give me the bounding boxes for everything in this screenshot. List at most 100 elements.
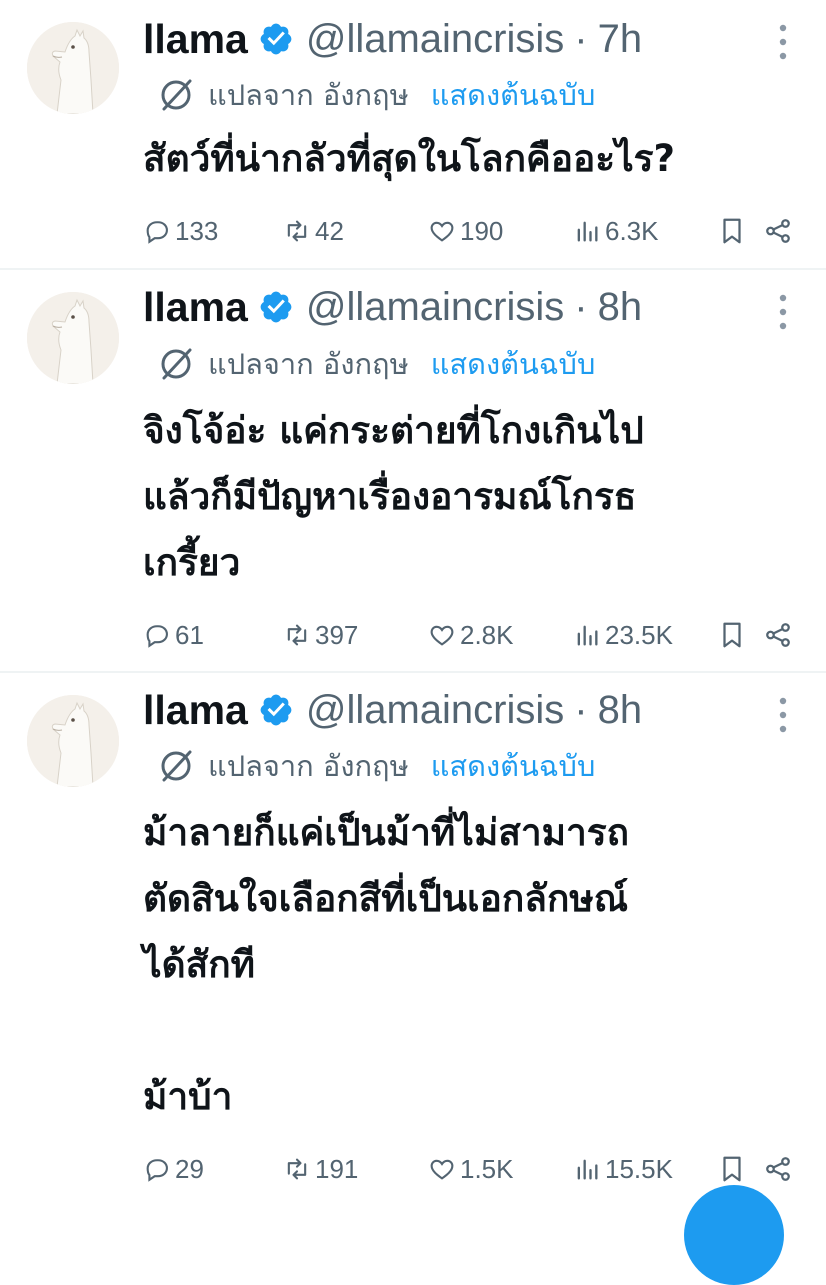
compose-fab[interactable] [684, 1185, 784, 1285]
translated-from-label: แปลจาก อังกฤษ [208, 78, 409, 112]
translated-from-label: แปลจาก อังกฤษ [208, 347, 409, 381]
action-bar: 29 191 1.5K 15.5K [143, 1147, 803, 1191]
timestamp[interactable]: 8h [598, 688, 643, 733]
reply-button[interactable]: 61 [143, 613, 204, 657]
avatar[interactable] [27, 695, 119, 787]
views-icon [577, 221, 598, 242]
views-icon [577, 625, 598, 646]
bookmark-icon [723, 218, 741, 244]
bookmark-button[interactable] [717, 209, 747, 253]
retweet-icon [287, 220, 307, 242]
tweet-text-line: ม้าลายก็แค่เป็นม้าที่ไม่สามารถ [143, 811, 630, 854]
tweet-text: จิงโจ้อ่ะ แค่กระต่ายที่โกงเกินไป แล้วก็ม… [143, 398, 803, 596]
share-button[interactable] [763, 613, 793, 657]
separator-dot: · [574, 16, 588, 61]
heart-icon [430, 625, 454, 646]
like-count: 1.5K [460, 1153, 514, 1184]
tweet-text-line: ม้าบ้า [143, 1075, 233, 1118]
avatar[interactable] [27, 292, 119, 384]
retweet-count: 42 [315, 215, 344, 246]
translated-from-label: แปลจาก อังกฤษ [208, 749, 409, 783]
bookmark-button[interactable] [717, 613, 747, 657]
author-handle[interactable]: @llamaincrisis [306, 688, 564, 733]
bookmark-icon [723, 1156, 741, 1182]
reply-button[interactable]: 29 [143, 1147, 204, 1191]
views-icon [577, 1159, 598, 1180]
author-name[interactable]: llama [143, 284, 248, 331]
author-handle[interactable]: @llamaincrisis [306, 285, 564, 330]
heart-icon [430, 221, 454, 242]
like-button[interactable]: 1.5K [428, 1147, 514, 1191]
reply-button[interactable]: 133 [143, 209, 218, 253]
more-vertical-icon[interactable] [776, 695, 790, 735]
retweet-count: 397 [315, 619, 359, 650]
views-button[interactable]: 15.5K [573, 1147, 673, 1191]
tweet-header: llama @llamaincrisis · 7h [143, 11, 642, 67]
verified-badge-icon [260, 694, 292, 726]
tweet[interactable]: llama @llamaincrisis · 7h แปลจาก อังกฤษ … [0, 0, 826, 268]
show-original-link[interactable]: แสดงต้นฉบับ [431, 72, 596, 118]
timestamp[interactable]: 7h [598, 17, 643, 62]
tweet-text-line: ได้สักที [143, 943, 256, 986]
tweet[interactable]: llama @llamaincrisis · 8h แปลจาก อังกฤษ … [0, 270, 826, 670]
bookmark-icon [723, 622, 741, 648]
views-button[interactable]: 6.3K [573, 209, 659, 253]
retweet-button[interactable]: 191 [283, 1147, 358, 1191]
tweet-header: llama @llamaincrisis · 8h [143, 279, 642, 335]
verified-badge-icon [260, 291, 292, 323]
author-handle[interactable]: @llamaincrisis [306, 17, 564, 62]
views-count: 23.5K [605, 619, 673, 650]
share-icon [766, 219, 790, 243]
like-count: 190 [460, 215, 504, 246]
tweet-text-line: จิงโจ้อ่ะ แค่กระต่ายที่โกงเกินไป [143, 409, 644, 452]
show-original-link[interactable]: แสดงต้นฉบับ [431, 743, 596, 789]
translation-bar: แปลจาก อังกฤษ แสดงต้นฉบับ [158, 342, 595, 386]
views-count: 6.3K [605, 215, 659, 246]
tweet-text-line [143, 998, 803, 1064]
more-vertical-icon[interactable] [776, 22, 790, 62]
author-name[interactable]: llama [143, 16, 248, 63]
views-button[interactable]: 23.5K [573, 613, 673, 657]
tweet-text-line: แล้วก็มีปัญหาเรื่องอารมณ์โกรธ [143, 475, 637, 518]
translate-icon [161, 348, 192, 380]
action-bar: 133 42 190 6.3K [143, 209, 803, 253]
show-original-link[interactable]: แสดงต้นฉบับ [431, 341, 596, 387]
more-vertical-icon[interactable] [776, 292, 790, 332]
share-icon [766, 623, 790, 647]
heart-icon [430, 1159, 454, 1180]
author-name[interactable]: llama [143, 687, 248, 734]
views-count: 15.5K [605, 1153, 673, 1184]
retweet-button[interactable]: 397 [283, 613, 358, 657]
timestamp[interactable]: 8h [598, 285, 643, 330]
like-count: 2.8K [460, 619, 514, 650]
translate-icon [161, 79, 192, 111]
share-button[interactable] [763, 1147, 793, 1191]
retweet-icon [287, 624, 307, 646]
separator-dot: · [574, 687, 588, 732]
tweet-text-line: เกรี้ยว [143, 541, 241, 584]
like-button[interactable]: 2.8K [428, 613, 514, 657]
translate-icon [161, 750, 192, 782]
tweet[interactable]: llama @llamaincrisis · 8h แปลจาก อังกฤษ … [0, 673, 826, 1200]
translation-bar: แปลจาก อังกฤษ แสดงต้นฉบับ [158, 73, 595, 117]
tweet-text: ม้าลายก็แค่เป็นม้าที่ไม่สามารถ ตัดสินใจเ… [143, 800, 803, 1130]
reply-count: 61 [175, 619, 204, 650]
reply-icon [146, 221, 168, 244]
verified-badge-icon [260, 23, 292, 55]
tweet-header: llama @llamaincrisis · 8h [143, 682, 642, 738]
tweet-text-line: สัตว์ที่น่ากลัวที่สุดในโลกคืออะไร? [143, 137, 676, 180]
reply-icon [146, 625, 168, 648]
retweet-button[interactable]: 42 [283, 209, 344, 253]
share-button[interactable] [763, 209, 793, 253]
retweet-count: 191 [315, 1153, 359, 1184]
share-icon [766, 1157, 790, 1181]
avatar[interactable] [27, 22, 119, 114]
translation-bar: แปลจาก อังกฤษ แสดงต้นฉบับ [158, 744, 595, 788]
like-button[interactable]: 190 [428, 209, 503, 253]
action-bar: 61 397 2.8K 23.5K [143, 613, 803, 657]
reply-icon [146, 1159, 168, 1182]
retweet-icon [287, 1158, 307, 1180]
reply-count: 133 [175, 215, 219, 246]
timeline: llama @llamaincrisis · 7h แปลจาก อังกฤษ … [0, 0, 826, 1285]
tweet-text-line: ตัดสินใจเลือกสีที่เป็นเอกลักษณ์ [143, 877, 629, 920]
